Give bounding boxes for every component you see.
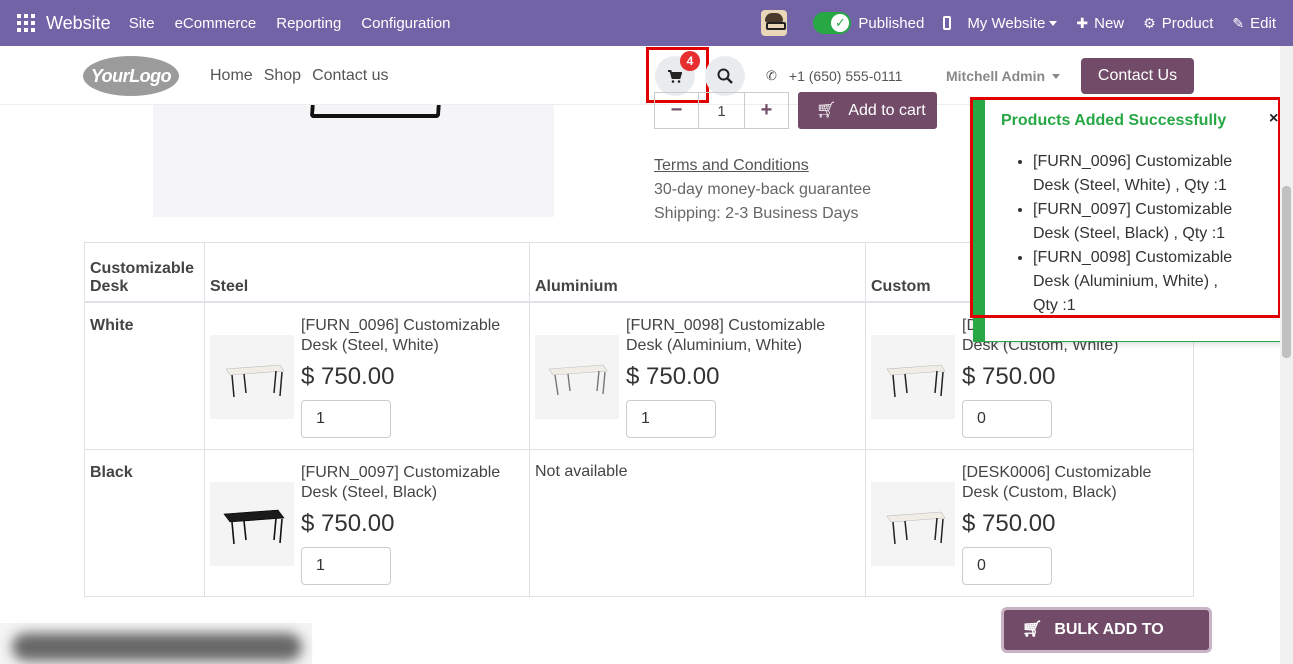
row-header-white: White bbox=[84, 301, 205, 450]
variant-quantity-input[interactable]: 1 bbox=[301, 399, 391, 438]
menu-reporting[interactable]: Reporting bbox=[276, 15, 341, 32]
new-button-label: New bbox=[1094, 14, 1125, 32]
menu-site[interactable]: Site bbox=[129, 15, 155, 32]
matrix-corner-header: Customizable Desk bbox=[84, 242, 205, 303]
table-row-black: Black [FURN_0097] Customizable Desk (Ste… bbox=[84, 448, 1194, 597]
variant-quantity-input[interactable]: 1 bbox=[626, 399, 716, 438]
user-menu[interactable]: Mitchell Admin bbox=[946, 68, 1061, 84]
new-button[interactable]: ✚ New bbox=[1076, 15, 1124, 32]
increase-quantity-button[interactable]: + bbox=[744, 92, 789, 129]
website-admin-bar: Website Site eCommerce Reporting Configu… bbox=[0, 0, 1293, 46]
nav-shop[interactable]: Shop bbox=[264, 67, 301, 85]
plus-icon: ✚ bbox=[1076, 14, 1089, 31]
variant-name[interactable]: [FURN_0098] Customizable Desk (Aluminium… bbox=[626, 316, 856, 356]
site-logo[interactable]: YourLogo bbox=[83, 56, 179, 96]
product-thumbnail bbox=[210, 334, 294, 419]
product-thumbnail bbox=[871, 334, 955, 419]
variant-quantity-input[interactable]: 1 bbox=[301, 546, 391, 585]
product-thumbnail bbox=[535, 334, 619, 419]
gear-icon: ⚙ bbox=[1143, 14, 1156, 31]
toast-highlight bbox=[970, 97, 1281, 318]
apps-grid-icon[interactable] bbox=[17, 14, 35, 32]
app-brand[interactable]: Website bbox=[46, 13, 111, 34]
variant-cell: [DESK0006] Customizable Desk (Custom, Bl… bbox=[865, 448, 1194, 597]
quantity-stepper: − 1 + bbox=[654, 92, 789, 129]
nav-contact-us[interactable]: Contact us bbox=[312, 67, 388, 85]
not-available-text: Not available bbox=[535, 462, 628, 480]
product-image bbox=[153, 105, 554, 217]
check-icon: ✓ bbox=[831, 14, 850, 32]
published-toggle[interactable]: ✓ bbox=[813, 12, 852, 34]
mobile-preview-icon[interactable] bbox=[943, 16, 952, 30]
pencil-icon: ✎ bbox=[1232, 14, 1245, 31]
add-to-cart-label: Add to cart bbox=[848, 102, 926, 119]
cart-icon bbox=[668, 70, 682, 83]
variant-cell: [FURN_0097] Customizable Desk (Steel, Bl… bbox=[204, 448, 531, 597]
variant-name[interactable]: [FURN_0096] Customizable Desk (Steel, Wh… bbox=[301, 316, 531, 356]
cart-icon: 🛒︎ bbox=[1022, 621, 1043, 638]
blurred-element bbox=[0, 623, 312, 664]
phone-number[interactable]: ✆ +1 (650) 555-0111 bbox=[766, 68, 902, 84]
website-switcher[interactable]: My Website bbox=[967, 14, 1058, 32]
bulk-add-to-cart-button[interactable]: 🛒︎BULK ADD TO CART bbox=[1001, 607, 1212, 664]
variant-name[interactable]: [FURN_0097] Customizable Desk (Steel, Bl… bbox=[301, 463, 531, 503]
product-thumbnail bbox=[210, 481, 294, 566]
row-header-black: Black bbox=[84, 448, 205, 597]
cart-icon: 🛒︎ bbox=[816, 102, 837, 119]
user-avatar[interactable] bbox=[761, 10, 788, 36]
contact-us-button[interactable]: Contact Us bbox=[1081, 58, 1194, 94]
edit-button[interactable]: ✎ Edit bbox=[1232, 15, 1276, 32]
website-switcher-label: My Website bbox=[967, 14, 1046, 32]
nav-home[interactable]: Home bbox=[210, 67, 253, 85]
shipping-text: Shipping: 2-3 Business Days bbox=[654, 205, 859, 222]
phone-icon: ✆ bbox=[766, 68, 777, 83]
chevron-down-icon bbox=[1052, 73, 1061, 79]
guarantee-text: 30-day money-back guarantee bbox=[654, 181, 872, 198]
cart-count-badge: 4 bbox=[680, 51, 700, 71]
menu-ecommerce[interactable]: eCommerce bbox=[175, 15, 257, 32]
variant-cell-unavailable: Not available bbox=[529, 448, 866, 597]
variant-cell: [FURN_0096] Customizable Desk (Steel, Wh… bbox=[204, 301, 531, 450]
menu-configuration[interactable]: Configuration bbox=[361, 15, 450, 32]
edit-button-label: Edit bbox=[1250, 14, 1276, 32]
variant-price: $ 750.00 bbox=[301, 509, 395, 537]
variant-quantity-input[interactable]: 0 bbox=[962, 399, 1052, 438]
search-icon bbox=[717, 68, 733, 84]
product-button-label: Product bbox=[1161, 14, 1214, 32]
variant-price: $ 750.00 bbox=[626, 362, 720, 390]
quantity-input[interactable]: 1 bbox=[699, 92, 744, 129]
user-name: Mitchell Admin bbox=[946, 68, 1046, 84]
variant-price: $ 750.00 bbox=[962, 362, 1056, 390]
variant-price: $ 750.00 bbox=[301, 362, 395, 390]
column-header-aluminium: Aluminium bbox=[529, 242, 866, 303]
terms-link[interactable]: Terms and Conditions bbox=[654, 157, 809, 175]
page-scrollbar[interactable] bbox=[1280, 46, 1293, 664]
add-to-cart-button[interactable]: 🛒︎ Add to cart bbox=[798, 92, 937, 129]
scrollbar-thumb[interactable] bbox=[1282, 186, 1291, 358]
variant-quantity-input[interactable]: 0 bbox=[962, 546, 1052, 585]
chevron-down-icon bbox=[1049, 20, 1058, 26]
product-button[interactable]: ⚙ Product bbox=[1143, 15, 1213, 32]
variant-cell: [FURN_0098] Customizable Desk (Aluminium… bbox=[529, 301, 866, 450]
product-thumbnail bbox=[871, 481, 955, 566]
variant-name[interactable]: [DESK0006] Customizable Desk (Custom, Bl… bbox=[962, 463, 1192, 503]
published-label[interactable]: Published bbox=[858, 15, 924, 32]
variant-price: $ 750.00 bbox=[962, 509, 1056, 537]
bulk-add-label: BULK ADD TO CART bbox=[1022, 621, 1164, 664]
search-button[interactable] bbox=[705, 56, 745, 96]
phone-number-text: +1 (650) 555-0111 bbox=[788, 68, 903, 84]
decrease-quantity-button[interactable]: − bbox=[654, 92, 699, 129]
column-header-steel: Steel bbox=[204, 242, 530, 303]
main-nav: Home Shop Contact us bbox=[210, 67, 400, 85]
